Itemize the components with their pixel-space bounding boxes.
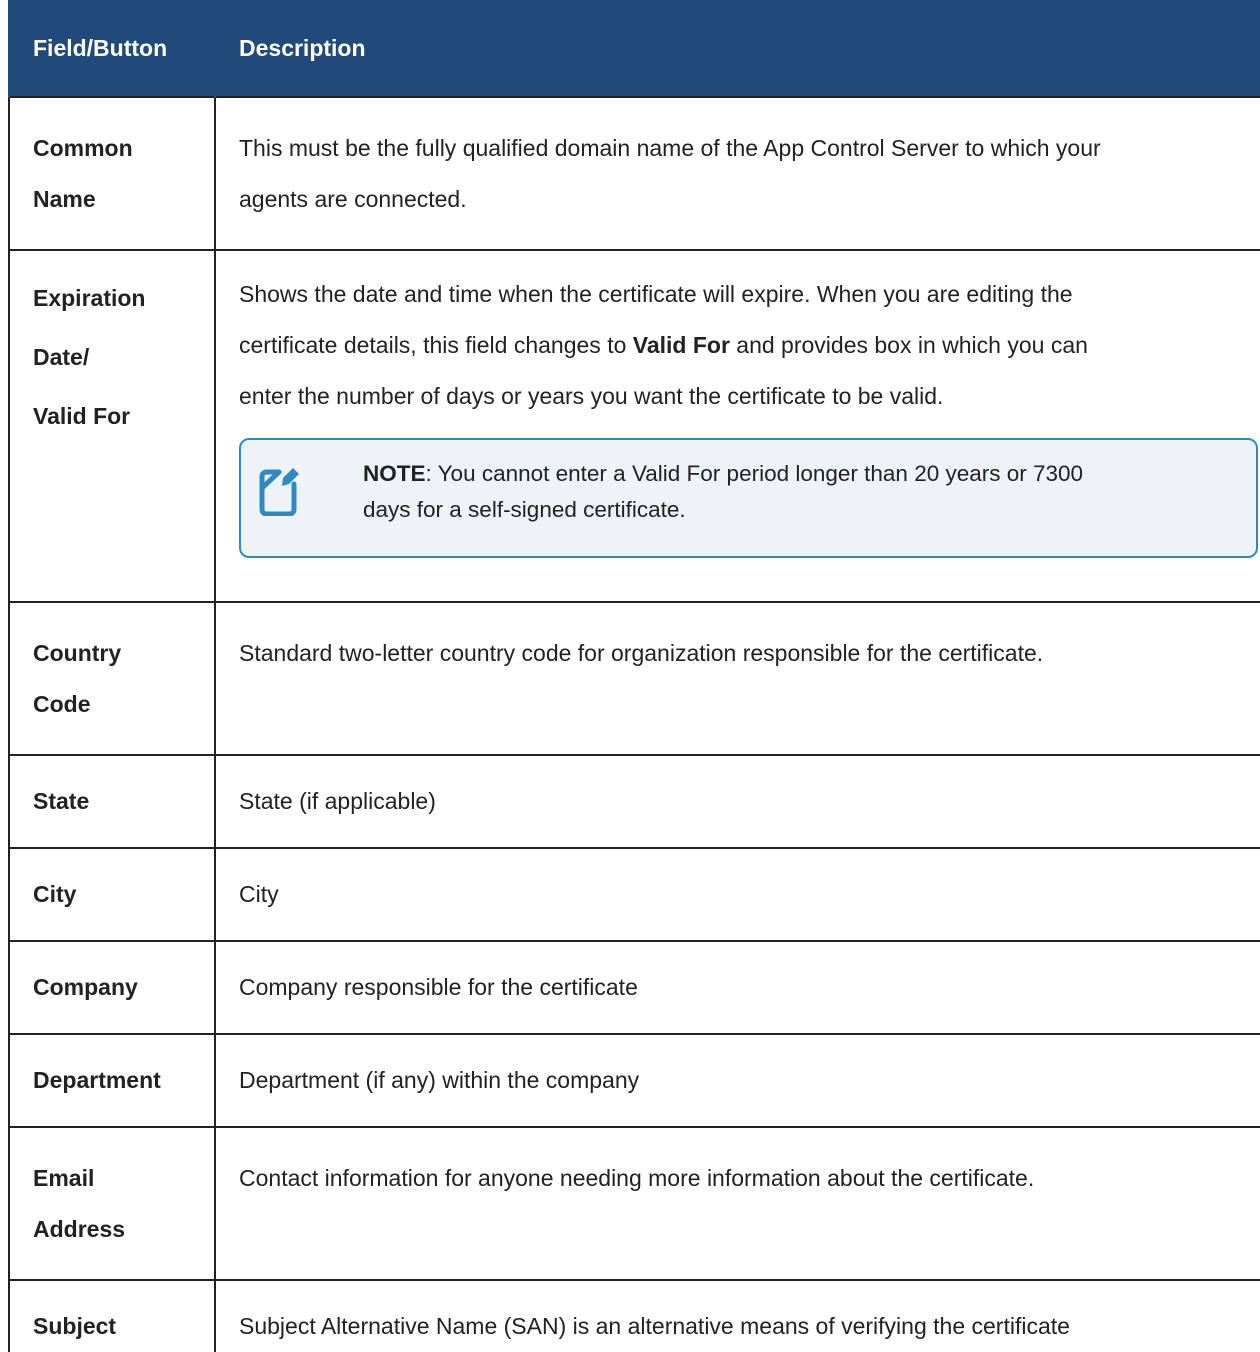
table-row: Department Department (if any) within th…	[8, 1033, 1260, 1128]
note-text-line: : You cannot enter a Valid For period lo…	[425, 461, 1084, 486]
description-text: Standard two-letter country code for org…	[239, 640, 1044, 666]
valid-for-term: Valid For	[632, 332, 730, 358]
table-row: State State (if applicable)	[8, 754, 1260, 849]
description-cell: Shows the date and time when the certifi…	[214, 249, 1260, 603]
description-text: State (if applicable)	[239, 788, 436, 814]
field-cell: Email Address	[8, 1126, 216, 1281]
table-row: Country Code Standard two-letter country…	[8, 601, 1260, 756]
description-cell: Standard two-letter country code for org…	[214, 601, 1260, 756]
description-text-part: and provides box in which you can	[729, 332, 1088, 358]
field-name: City	[33, 881, 77, 907]
field-cell: Subject	[8, 1279, 216, 1352]
field-cell: Country Code	[8, 601, 216, 756]
description-cell: City	[214, 847, 1260, 942]
note-text-line: days for a self-signed certificate.	[363, 497, 686, 522]
description-text: certificate details, this field changes …	[239, 320, 1258, 371]
note-edit-icon	[259, 460, 303, 517]
description-text-part: certificate details, this field changes …	[239, 332, 633, 358]
description-text: This must be the fully qualified domain …	[239, 135, 1101, 161]
field-cell: City	[8, 847, 216, 942]
table-header-row: Field/Button Description	[8, 0, 1260, 97]
field-name: State	[33, 788, 90, 814]
field-name: Country	[33, 640, 122, 666]
description-text: enter the number of days or years you wa…	[239, 383, 944, 409]
field-cell: Expiration Date/ Valid For	[8, 249, 216, 603]
page: Field/Button Description Common Name Thi…	[0, 0, 1260, 1352]
table-row: Email Address Contact information for an…	[8, 1126, 1260, 1281]
description-text: City	[239, 881, 279, 907]
field-name: Common	[33, 135, 133, 161]
description-text: Shows the date and time when the certifi…	[239, 281, 1073, 307]
description-text: Subject Alternative Name (SAN) is an alt…	[239, 1313, 1070, 1339]
field-cell: Common Name	[8, 96, 216, 251]
description-text: Contact information for anyone needing m…	[239, 1165, 1035, 1191]
column-header-description: Description	[214, 0, 1260, 97]
description-cell: Department (if any) within the company	[214, 1033, 1260, 1128]
field-cell: Company	[8, 940, 216, 1035]
description-cell: This must be the fully qualified domain …	[214, 96, 1260, 251]
note-label: NOTE	[363, 461, 426, 486]
field-name: Company	[33, 974, 138, 1000]
description-cell: Contact information for anyone needing m…	[214, 1126, 1260, 1281]
table-row: City City	[8, 847, 1260, 942]
field-name: Address	[33, 1216, 126, 1242]
field-name: Name	[33, 186, 96, 212]
description-cell: Company responsible for the certificate	[214, 940, 1260, 1035]
field-name: Valid For	[33, 403, 131, 429]
field-name: Expiration	[33, 285, 146, 311]
field-name: Code	[33, 691, 91, 717]
description-cell: Subject Alternative Name (SAN) is an alt…	[214, 1279, 1260, 1352]
description-cell: State (if applicable)	[214, 754, 1260, 849]
field-name: Subject	[33, 1313, 117, 1339]
description-text: agents are connected.	[239, 186, 467, 212]
field-name: Date/	[33, 344, 90, 370]
note-text: NOTE: You cannot enter a Valid For perio…	[363, 456, 1083, 528]
column-header-field: Field/Button	[8, 0, 216, 97]
table-row: Expiration Date/ Valid For Shows the dat…	[8, 249, 1260, 603]
table-row: Subject Subject Alternative Name (SAN) i…	[8, 1279, 1260, 1352]
description-text: Company responsible for the certificate	[239, 974, 638, 1000]
certificate-fields-table: Field/Button Description Common Name Thi…	[8, 0, 1260, 1352]
table-row: Common Name This must be the fully quali…	[8, 96, 1260, 251]
field-name: Department	[33, 1067, 161, 1093]
table-row: Company Company responsible for the cert…	[8, 940, 1260, 1035]
field-cell: State	[8, 754, 216, 849]
note-callout: NOTE: You cannot enter a Valid For perio…	[239, 438, 1258, 558]
description-text: Department (if any) within the company	[239, 1067, 640, 1093]
field-name: Email	[33, 1165, 95, 1191]
field-cell: Department	[8, 1033, 216, 1128]
